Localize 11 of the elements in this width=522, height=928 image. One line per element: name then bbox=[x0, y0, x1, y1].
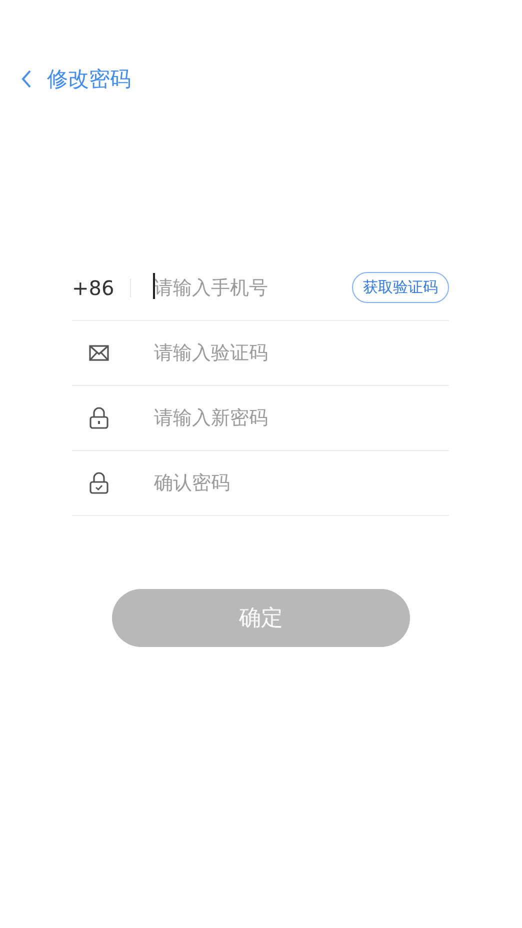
country-code: +86 bbox=[72, 276, 116, 300]
input-field[interactable]: 请输入手机号 bbox=[152, 277, 352, 299]
input-field[interactable]: 请输入新密码 bbox=[152, 407, 449, 429]
get-code-button[interactable]: 获取验证码 bbox=[352, 272, 449, 302]
envelope-icon bbox=[89, 345, 109, 361]
page-title: 修改密码 bbox=[47, 66, 131, 93]
input-field[interactable]: 请输入验证码 bbox=[152, 342, 449, 364]
input-field[interactable]: 确认密码 bbox=[152, 472, 449, 494]
padlock-check-icon bbox=[89, 472, 109, 494]
padlock-icon bbox=[89, 407, 109, 429]
back-icon[interactable] bbox=[20, 69, 32, 89]
